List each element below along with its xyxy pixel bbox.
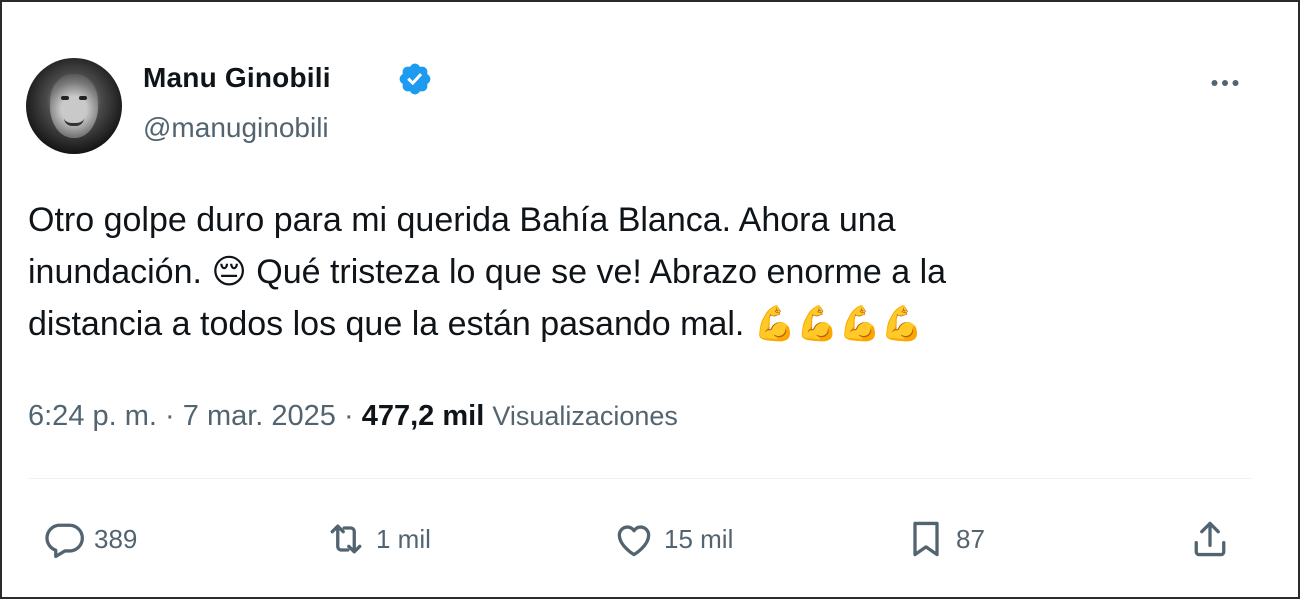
more-dots-icon xyxy=(1211,80,1239,86)
reply-button[interactable]: 389 xyxy=(42,514,137,564)
avatar-eye-left xyxy=(61,96,69,100)
views-count[interactable]: 477,2 mil xyxy=(362,400,485,432)
bookmark-icon xyxy=(913,521,939,557)
bookmark-count: 87 xyxy=(956,523,985,554)
meta-separator: · xyxy=(343,400,354,432)
tweet-text-line: distancia a todos los que la están pasan… xyxy=(28,305,924,343)
repost-icon xyxy=(330,524,362,554)
verified-badge-icon xyxy=(399,63,431,95)
author-handle[interactable]: @manuginobili xyxy=(143,112,329,144)
tweet-card: Manu Ginobili @manuginobili Otro golpe d… xyxy=(0,0,1300,599)
reply-count: 389 xyxy=(94,523,138,554)
like-button[interactable]: 15 mil xyxy=(612,514,733,564)
author-name[interactable]: Manu Ginobili xyxy=(143,62,331,94)
tweet-date[interactable]: 7 mar. 2025 xyxy=(183,400,336,432)
tweet-text: Otro golpe duro para mi querida Bahía Bl… xyxy=(28,194,1248,350)
views-label[interactable]: Visualizaciones xyxy=(492,401,678,431)
share-icon xyxy=(1194,521,1226,557)
divider xyxy=(28,478,1252,479)
avatar-eye-right xyxy=(79,96,87,100)
avatar[interactable] xyxy=(26,58,122,154)
tweet-meta: 6:24 p. m. · 7 mar. 2025 · 477,2 mil Vis… xyxy=(28,400,678,433)
tweet-text-line: inundación. 😔 Qué tristeza lo que se ve!… xyxy=(28,253,947,291)
share-button[interactable] xyxy=(1188,514,1232,564)
tweet-text-line: Otro golpe duro para mi querida Bahía Bl… xyxy=(28,201,896,239)
reply-icon xyxy=(45,523,84,559)
repost-button[interactable]: 1 mil xyxy=(324,514,431,564)
more-horizontal-icon[interactable] xyxy=(1202,68,1248,98)
avatar-face xyxy=(50,74,98,138)
tweet-time[interactable]: 6:24 p. m. xyxy=(28,400,157,432)
bookmark-button[interactable]: 87 xyxy=(904,514,985,564)
like-count: 15 mil xyxy=(664,523,734,554)
repost-count: 1 mil xyxy=(376,523,431,554)
heart-icon xyxy=(617,525,651,557)
meta-separator: · xyxy=(165,400,175,432)
